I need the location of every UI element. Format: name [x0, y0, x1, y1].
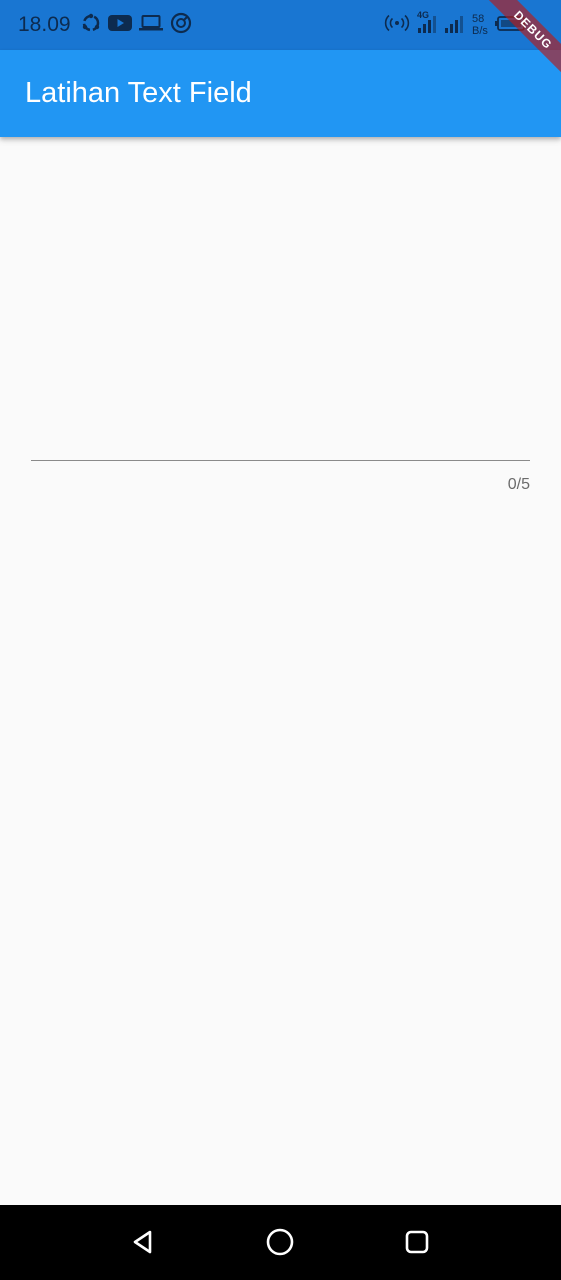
hotspot-icon [384, 13, 410, 37]
recents-icon [405, 1230, 429, 1254]
vpn-icon [170, 12, 192, 38]
status-left: 18.09 [18, 12, 192, 38]
home-button[interactable] [263, 1225, 297, 1259]
back-icon [133, 1230, 152, 1254]
signal-icon [444, 10, 464, 40]
back-button[interactable] [126, 1225, 160, 1259]
debug-banner: DEBUG [471, 0, 561, 90]
app-title: Latihan Text Field [25, 77, 252, 109]
debug-label: DEBUG [510, 7, 556, 53]
navigation-bar [0, 1205, 561, 1280]
character-counter: 0/5 [507, 476, 530, 493]
signal-4g-icon: 4G [416, 10, 438, 40]
laptop-icon [138, 14, 163, 36]
status-time: 18.09 [18, 13, 71, 36]
text-field-input[interactable] [31, 420, 530, 461]
sync-icon [81, 13, 101, 37]
network-type-label: 4G [417, 10, 429, 20]
home-icon [266, 1228, 294, 1256]
recents-button[interactable] [400, 1225, 434, 1259]
youtube-icon [107, 14, 132, 36]
